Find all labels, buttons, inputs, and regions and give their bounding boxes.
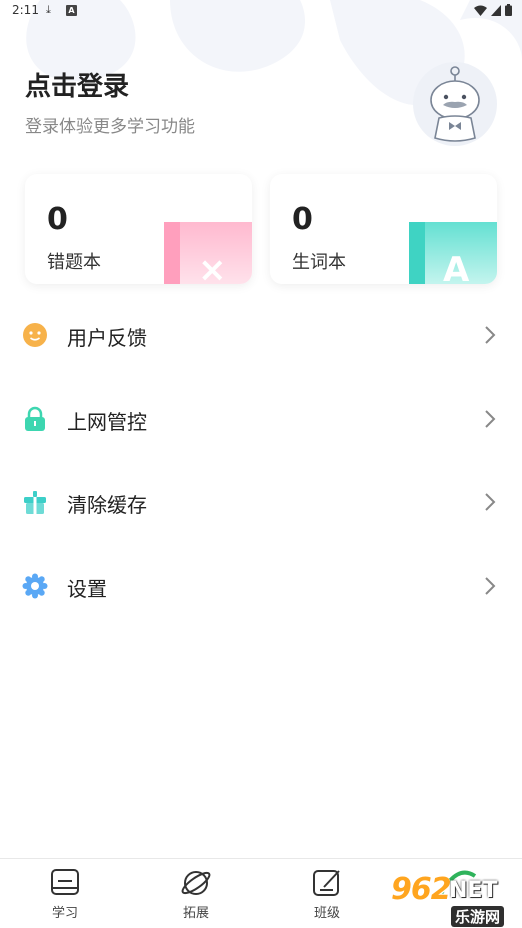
chevron-right-icon — [485, 493, 496, 511]
status-right-icons — [474, 4, 512, 16]
menu-item-settings[interactable]: 设置 — [0, 554, 522, 618]
menu-item-feedback[interactable]: 用户反馈 — [0, 303, 522, 367]
site-watermark: 962 NET 乐游网 — [383, 870, 517, 927]
wrong-questions-label: 错题本 — [47, 252, 101, 273]
menu-item-label: 清除缓存 — [67, 493, 147, 517]
menu-item-clear-cache[interactable]: 清除缓存 — [0, 470, 522, 534]
tab-label: 学习 — [51, 906, 78, 921]
book-spine — [409, 222, 425, 284]
vocabulary-card[interactable]: 0 生词本 A — [270, 174, 497, 284]
a-notification-icon: A — [66, 5, 77, 16]
tab-class[interactable]: 班级 — [282, 867, 372, 927]
tab-study[interactable]: 学习 — [20, 867, 110, 927]
wrong-questions-card[interactable]: 0 错题本 × — [25, 174, 252, 284]
gear-icon — [22, 573, 48, 599]
planet-icon — [181, 871, 211, 895]
status-time: 2:11 — [12, 3, 39, 17]
wifi-icon — [474, 5, 487, 16]
cross-icon: × — [198, 250, 227, 284]
chevron-right-icon — [485, 410, 496, 428]
login-title[interactable]: 点击登录 — [25, 66, 129, 103]
edit-icon — [313, 870, 340, 896]
menu-item-label: 设置 — [67, 577, 107, 601]
tab-label: 拓展 — [182, 906, 209, 921]
signal-icon — [491, 4, 501, 16]
menu-item-label: 用户反馈 — [67, 326, 147, 350]
study-icon — [51, 869, 79, 895]
letter-a-icon: A — [443, 250, 470, 284]
vocabulary-label: 生词本 — [292, 252, 346, 273]
book-spine — [164, 222, 180, 284]
gift-box-icon — [24, 491, 46, 514]
vocabulary-book-illustration: A — [409, 222, 497, 284]
watermark-net: NET — [449, 878, 498, 903]
avatar[interactable] — [413, 62, 497, 146]
feedback-icon — [23, 323, 47, 347]
chevron-right-icon — [485, 577, 496, 595]
wrong-questions-count: 0 — [47, 202, 68, 237]
login-subtitle: 登录体验更多学习功能 — [25, 117, 195, 137]
tab-expand[interactable]: 拓展 — [151, 867, 241, 927]
menu-item-label: 上网管控 — [67, 410, 147, 434]
chevron-right-icon — [485, 326, 496, 344]
battery-icon — [505, 4, 512, 16]
watermark-number: 962 — [391, 872, 452, 907]
menu-item-internet-control[interactable]: 上网管控 — [0, 387, 522, 451]
lock-icon — [25, 406, 45, 431]
watermark-site-name: 乐游网 — [451, 906, 505, 927]
wrong-book-illustration: × — [164, 222, 252, 284]
tab-label: 班级 — [313, 906, 340, 921]
status-bar: 2:11 ⤓ A — [0, 0, 522, 22]
download-icon: ⤓ — [46, 3, 51, 16]
mascot-icon — [430, 66, 480, 142]
vocabulary-count: 0 — [292, 202, 313, 237]
